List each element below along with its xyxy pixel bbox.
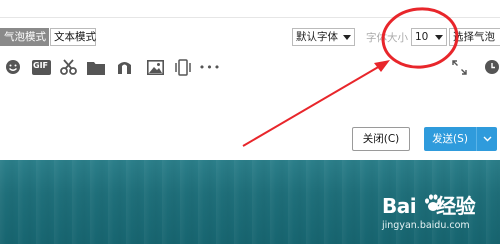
chevron-down-icon	[483, 136, 492, 142]
history-icon[interactable]	[483, 58, 500, 76]
emoji-icon[interactable]	[4, 58, 22, 76]
send-button[interactable]: 发送(S)	[424, 127, 476, 151]
divider	[0, 17, 500, 18]
font-family-value: 默认字体	[296, 31, 338, 43]
gif-icon[interactable]: GIF	[31, 58, 51, 76]
chevron-down-icon	[435, 35, 443, 40]
gif-label: GIF	[33, 61, 49, 70]
tab-bubble-mode[interactable]: 气泡模式	[0, 28, 49, 46]
send-options-button[interactable]	[476, 127, 497, 151]
tab-text-mode[interactable]: 文本模式	[50, 28, 96, 46]
music-icon[interactable]	[116, 58, 132, 76]
more-dots: •••	[198, 60, 222, 74]
scissors-icon[interactable]	[59, 58, 77, 76]
font-size-label: 字体大小	[366, 32, 408, 44]
font-size-select[interactable]: 10	[411, 28, 447, 46]
watermark-logo-left: Bai	[382, 194, 417, 218]
watermark-url: jingyan.baidu.com	[382, 220, 470, 231]
more-icon[interactable]: •••	[198, 58, 222, 76]
image-icon[interactable]	[146, 58, 164, 76]
bubble-select-button[interactable]: 选择气泡	[449, 28, 500, 46]
vibrate-icon[interactable]	[174, 58, 192, 76]
font-family-select[interactable]: 默认字体	[292, 28, 355, 46]
folder-icon[interactable]	[87, 58, 105, 76]
expand-icon[interactable]	[451, 58, 467, 76]
paw-icon	[425, 194, 442, 211]
watermark: Bai 经验 jingyan.baidu.com	[382, 190, 492, 238]
close-button[interactable]: 关闭(C)	[352, 127, 410, 151]
chevron-down-icon	[343, 35, 351, 40]
font-size-value: 10	[415, 31, 429, 43]
